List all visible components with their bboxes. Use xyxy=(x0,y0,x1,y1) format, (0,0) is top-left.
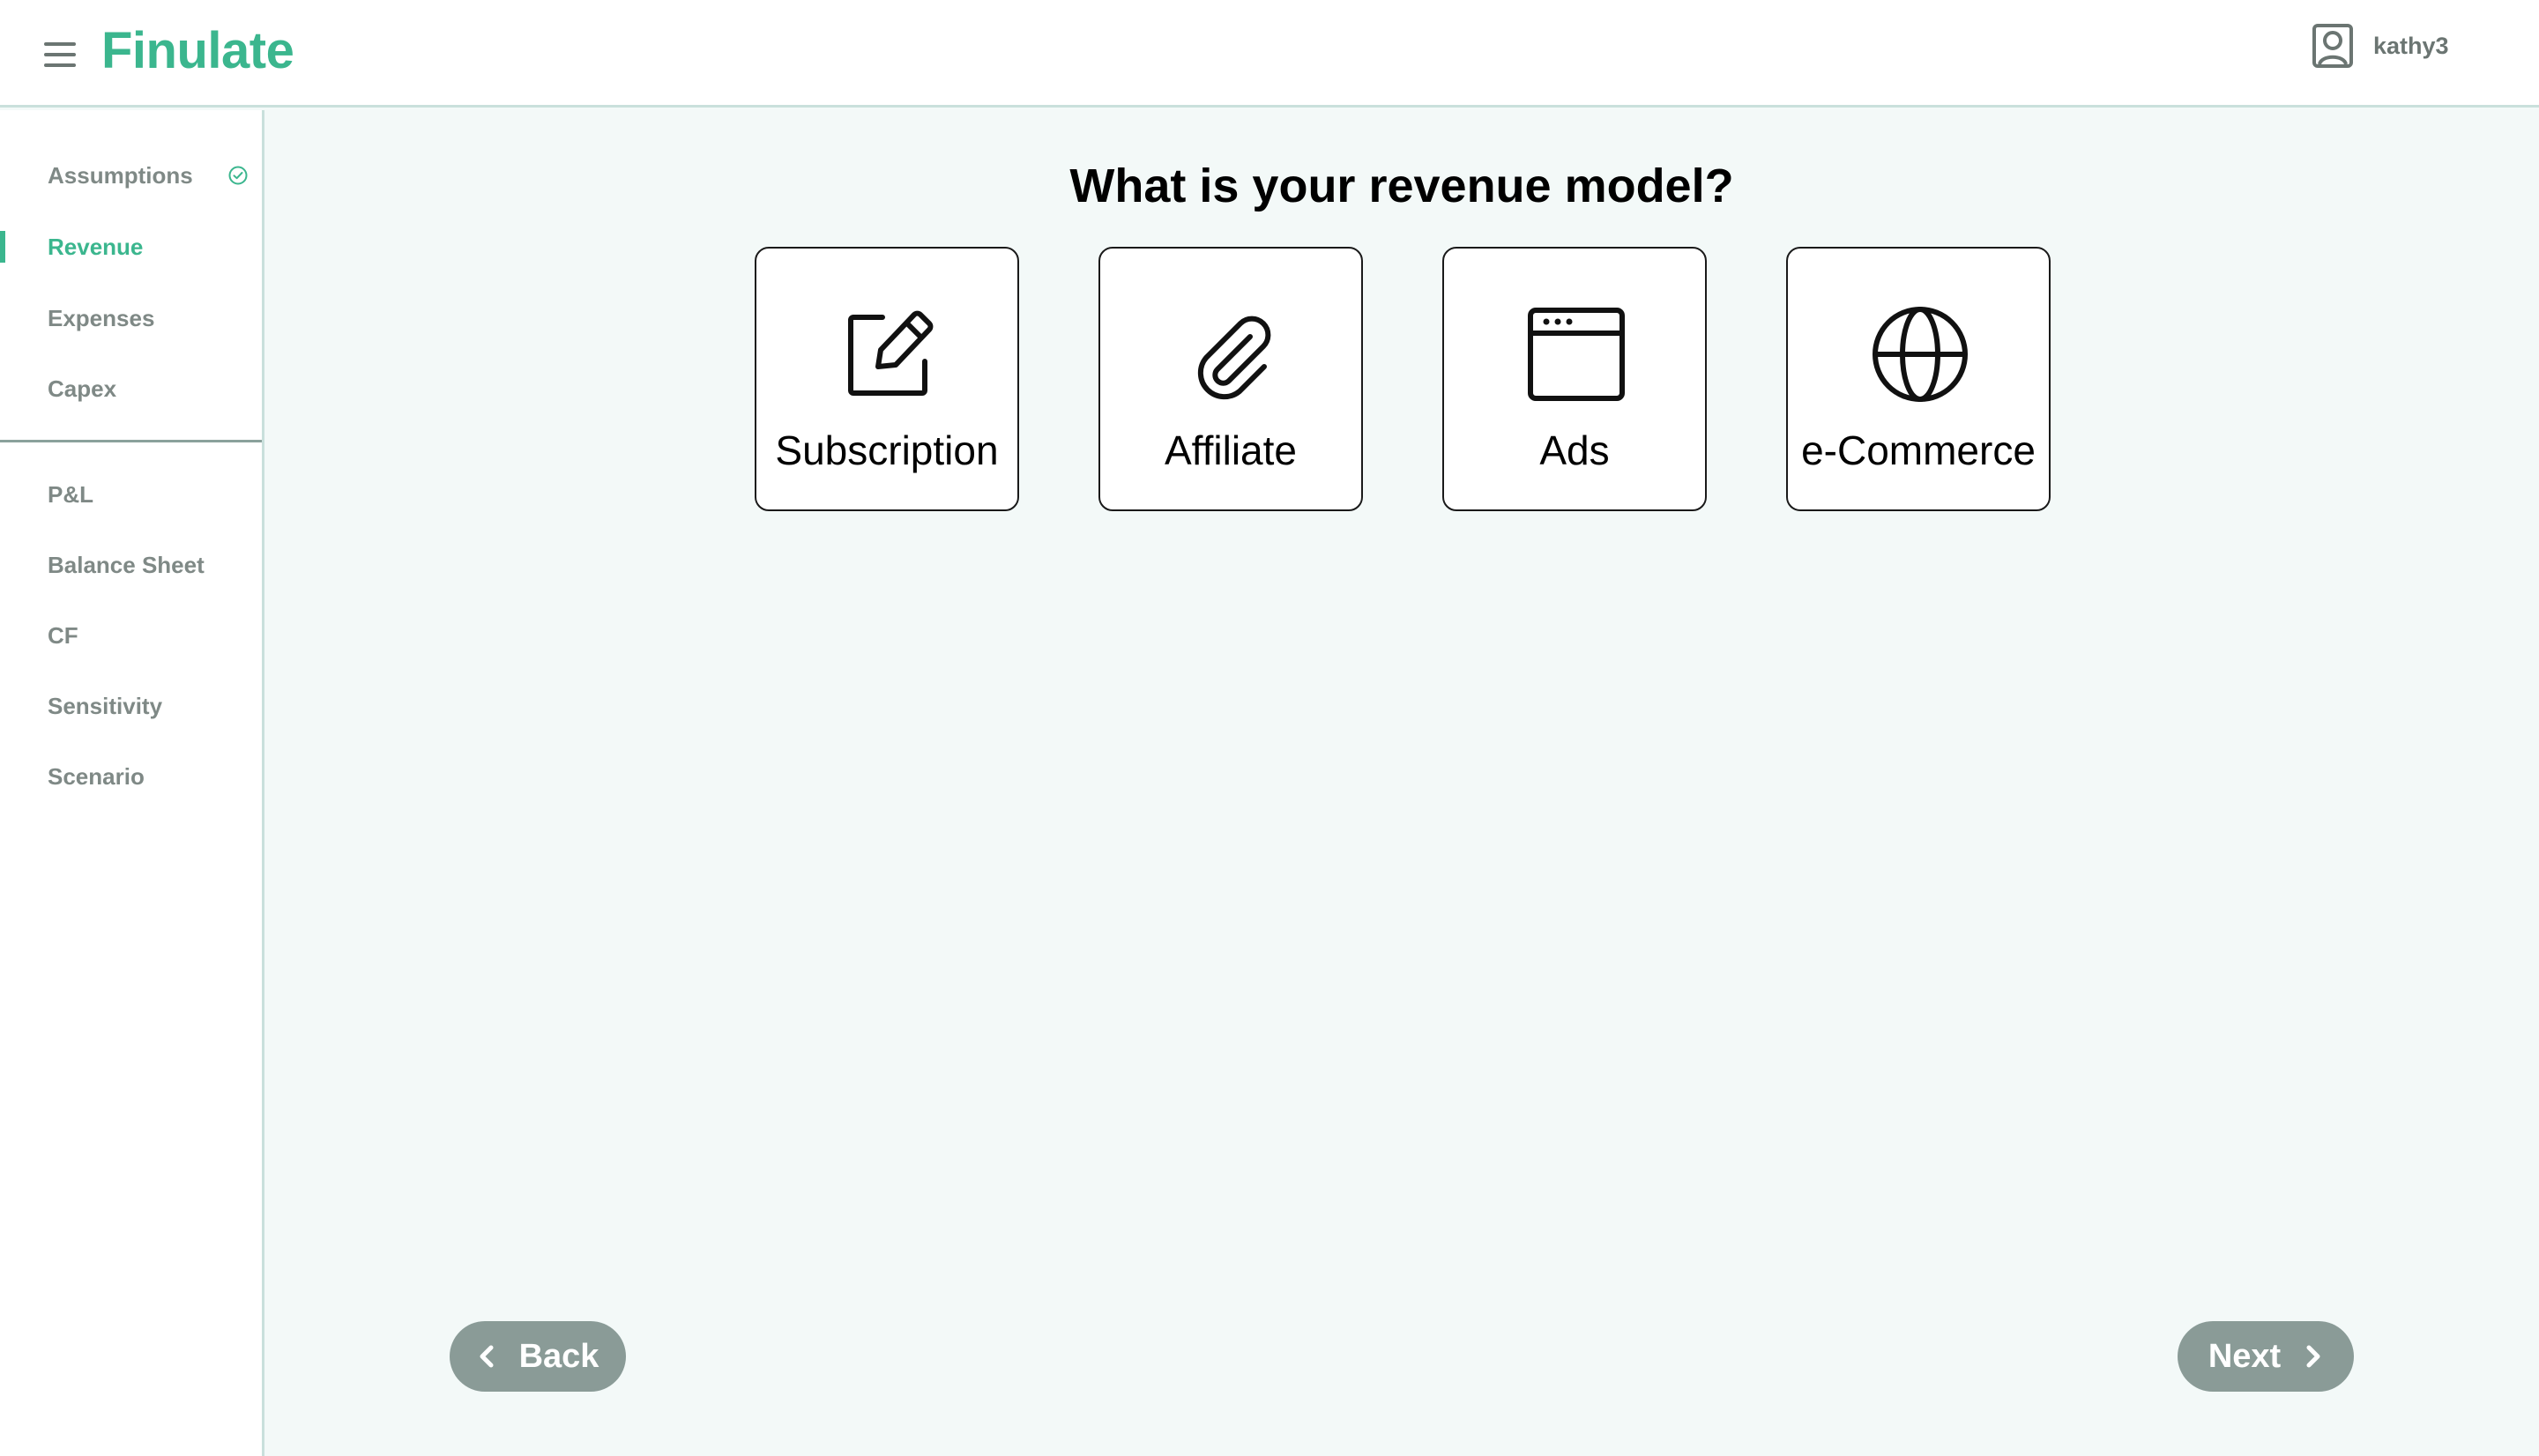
active-indicator xyxy=(0,231,5,263)
brand-logo[interactable]: Finulate xyxy=(101,21,294,80)
sidebar: Assumptions Revenue Expenses Capex P&L B… xyxy=(0,110,264,1456)
sidebar-item-label: CF xyxy=(48,621,78,649)
option-label: Subscription xyxy=(775,427,999,473)
sidebar-item-expenses[interactable]: Expenses xyxy=(0,292,262,345)
option-card-ecommerce[interactable]: e-Commerce xyxy=(1786,247,2051,511)
user-avatar-icon xyxy=(2312,24,2353,68)
sidebar-item-label: Scenario xyxy=(48,762,145,790)
app-header: Finulate kathy3 xyxy=(0,0,2539,108)
sidebar-item-label: Balance Sheet xyxy=(48,551,205,578)
sidebar-item-label: Assumptions xyxy=(48,161,193,189)
user-menu[interactable]: kathy3 xyxy=(2312,23,2449,69)
hamburger-menu-icon[interactable] xyxy=(44,42,76,67)
chevron-left-icon xyxy=(480,1345,494,1368)
check-circle-icon xyxy=(228,166,248,185)
next-button[interactable]: Next xyxy=(2178,1321,2354,1392)
option-card-affiliate[interactable]: Affiliate xyxy=(1098,247,1363,511)
sidebar-item-balance-sheet[interactable]: Balance Sheet xyxy=(0,539,262,591)
chevron-right-icon xyxy=(2306,1345,2320,1368)
browser-window-icon xyxy=(1528,308,1625,401)
option-label: Affiliate xyxy=(1164,427,1298,473)
back-button[interactable]: Back xyxy=(450,1321,626,1392)
sidebar-item-scenario[interactable]: Scenario xyxy=(0,750,262,803)
sidebar-item-label: Revenue xyxy=(48,233,144,260)
sidebar-item-cf[interactable]: CF xyxy=(0,609,262,662)
next-button-label: Next xyxy=(2208,1337,2282,1375)
edit-icon xyxy=(848,310,934,396)
option-card-ads[interactable]: Ads xyxy=(1442,247,1707,511)
option-label: Ads xyxy=(1539,427,1610,473)
option-label: e-Commerce xyxy=(1801,427,2036,473)
page-title: What is your revenue model? xyxy=(1069,160,1734,212)
sidebar-divider xyxy=(0,440,262,442)
sidebar-item-capex[interactable]: Capex xyxy=(0,362,262,415)
sidebar-item-pl[interactable]: P&L xyxy=(0,468,262,521)
sidebar-item-label: Capex xyxy=(48,375,117,402)
paperclip-icon xyxy=(1197,316,1271,400)
sidebar-item-sensitivity[interactable]: Sensitivity xyxy=(0,680,262,732)
option-card-subscription[interactable]: Subscription xyxy=(755,247,1019,511)
globe-icon xyxy=(1873,307,1968,402)
sidebar-item-label: Sensitivity xyxy=(48,692,163,719)
back-button-label: Back xyxy=(518,1337,599,1375)
sidebar-item-revenue[interactable]: Revenue xyxy=(0,220,262,273)
sidebar-item-label: P&L xyxy=(48,480,93,508)
username: kathy3 xyxy=(2373,32,2449,59)
sidebar-item-label: Expenses xyxy=(48,304,155,331)
sidebar-item-assumptions[interactable]: Assumptions xyxy=(0,149,262,202)
